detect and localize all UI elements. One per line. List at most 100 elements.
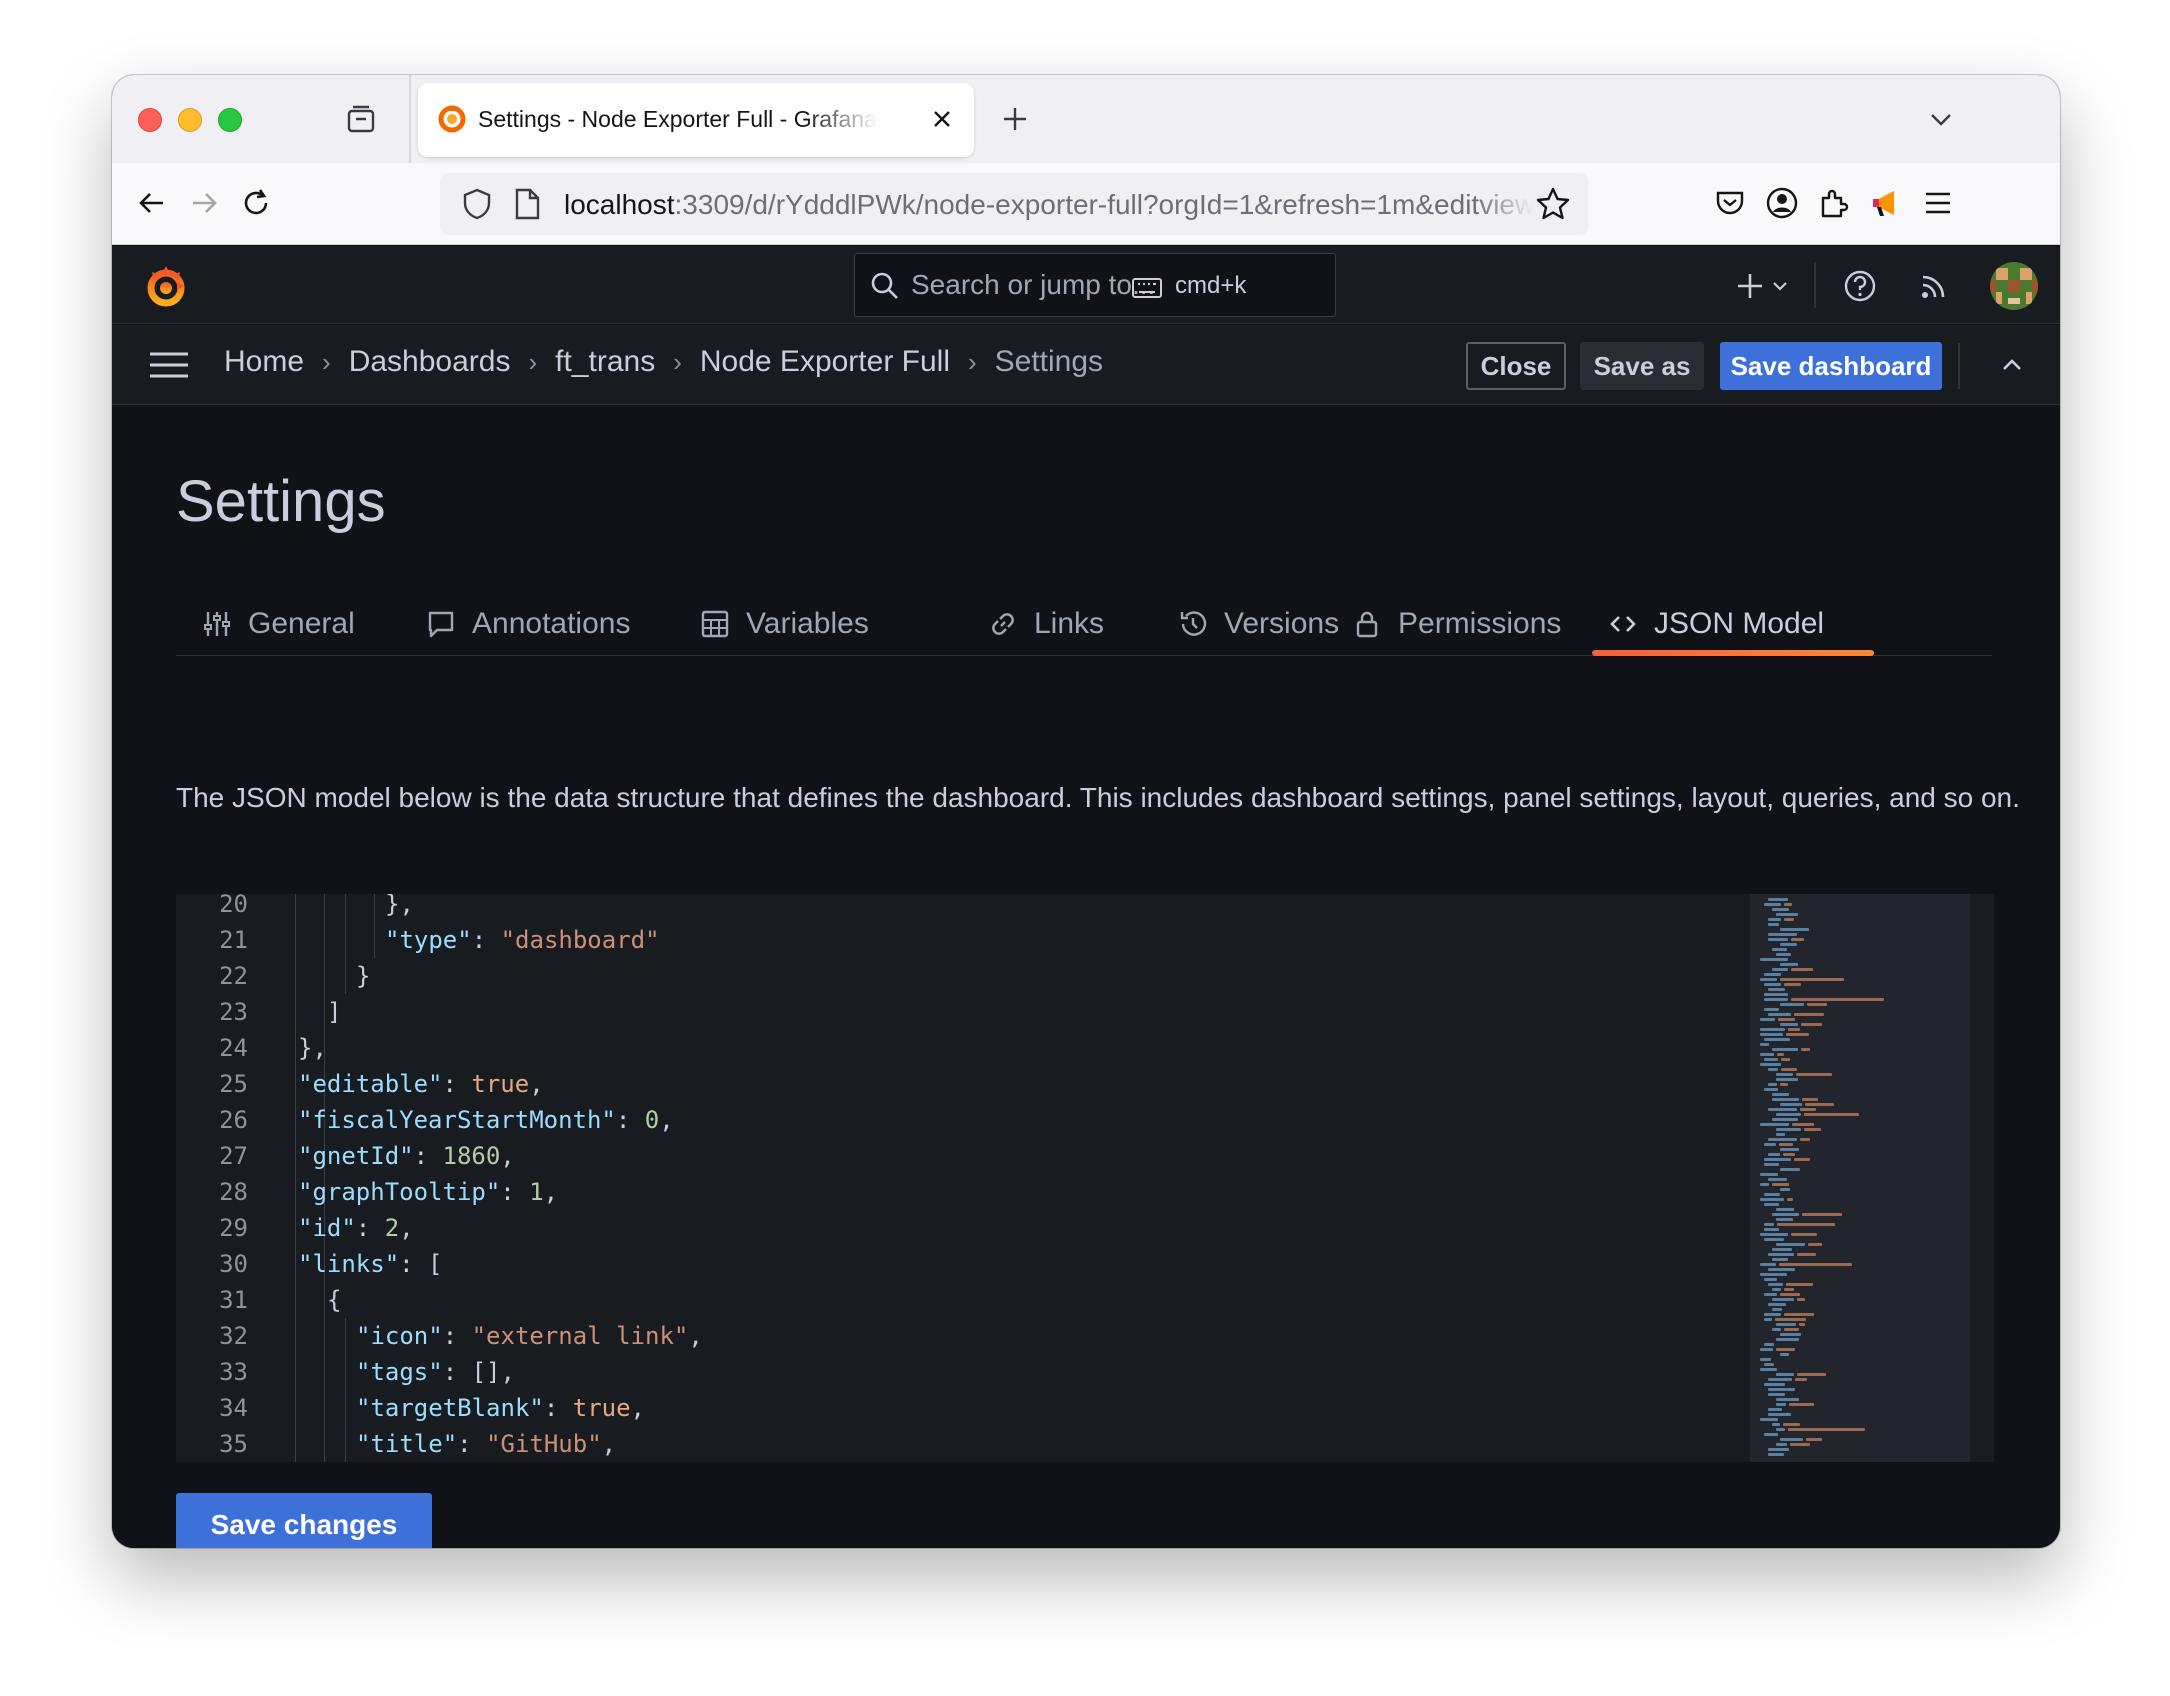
tab-versions[interactable]: Versions [1176, 594, 1339, 654]
code-line[interactable]: 26 "fiscalYearStartMonth": 0, [176, 1102, 1750, 1138]
forward-arrow-icon[interactable] [184, 183, 224, 223]
minimap-line [1760, 1263, 1776, 1266]
search-input[interactable]: Search or jump to... cmd+k [854, 253, 1336, 317]
minimap-line [1768, 1013, 1791, 1016]
code-text: "title": "GitHub", [356, 1430, 617, 1458]
minimap-line [1764, 1038, 1790, 1041]
minimap-line [1784, 1328, 1799, 1331]
minimap-line [1784, 983, 1801, 986]
tab-variables[interactable]: Variables [698, 594, 869, 654]
minimap-line [1764, 1238, 1784, 1241]
save-dashboard-button[interactable]: Save dashboard [1720, 342, 1942, 390]
back-arrow-icon[interactable] [132, 183, 172, 223]
minimap-line [1776, 1373, 1794, 1376]
minimap-line [1777, 1223, 1835, 1226]
minimap-line [1760, 1418, 1778, 1421]
code-line[interactable]: 35 "title": "GitHub", [176, 1426, 1750, 1462]
minimap-line [1776, 953, 1791, 956]
minimap-line [1795, 1378, 1807, 1381]
code-lines[interactable]: 20}, 21 "type": "dashboard" 22} 23] 24}, 25 "ed… [176, 894, 1750, 1462]
code-line[interactable]: 21 "type": "dashboard" [176, 922, 1750, 958]
help-icon[interactable] [1840, 266, 1880, 306]
code-line[interactable]: 28 "graphTooltip": 1, [176, 1174, 1750, 1210]
tab-overview-icon[interactable] [344, 103, 378, 137]
plus-icon[interactable] [1732, 268, 1768, 304]
code-line[interactable]: 25 "editable": true, [176, 1066, 1750, 1102]
code-line[interactable]: 27 "gnetId": 1860, [176, 1138, 1750, 1174]
page-icon[interactable] [512, 187, 542, 226]
browser-tab[interactable]: Settings - Node Exporter Full - Grafana [418, 83, 974, 157]
megaphone-icon[interactable] [1866, 183, 1906, 223]
minimap-line [1768, 1408, 1782, 1411]
new-tab-icon[interactable] [998, 102, 1032, 136]
tab-json-model[interactable]: JSON Model [1606, 594, 1824, 654]
account-icon[interactable] [1762, 183, 1802, 223]
minimap-line [1802, 1213, 1842, 1216]
minimap-line [1776, 1428, 1785, 1431]
minimap-line [1772, 968, 1788, 971]
url-text[interactable]: localhost:3309/d/rYdddlPWk/node-exporter… [564, 189, 1534, 221]
chevron-up-icon[interactable] [1994, 347, 2030, 383]
bookmark-star-icon[interactable] [1534, 185, 1572, 228]
json-code-editor[interactable]: 20}, 21 "type": "dashboard" 22} 23] 24}, 25 "ed… [176, 894, 1994, 1462]
code-line[interactable]: 34 "targetBlank": true, [176, 1390, 1750, 1426]
code-line[interactable]: 20}, [176, 894, 1750, 922]
minimap-line [1764, 1163, 1779, 1166]
code-icon [1606, 607, 1640, 641]
tab-general[interactable]: General [200, 594, 355, 654]
code-line[interactable]: 24}, [176, 1030, 1750, 1066]
breadcrumb-current: Settings [994, 345, 1104, 378]
tab-label: Links [1034, 607, 1105, 640]
menu-icon[interactable] [1918, 183, 1958, 223]
search-icon [869, 270, 901, 309]
minimize-window-button[interactable] [178, 108, 202, 132]
code-line[interactable]: 23] [176, 994, 1750, 1030]
settings-tabs: General Annotations Variables Links Vers… [176, 594, 1992, 656]
minimap-line [1772, 1213, 1799, 1216]
minimap-line [1768, 1283, 1783, 1286]
close-button[interactable]: Close [1466, 342, 1566, 390]
chevron-down-icon[interactable] [1768, 274, 1792, 298]
breadcrumb-folder[interactable]: ft_trans [555, 345, 655, 379]
chevron-right-icon: › [322, 346, 331, 377]
avatar[interactable] [1990, 262, 2038, 310]
save-as-button[interactable]: Save as [1580, 342, 1704, 390]
code-line[interactable]: 31 { [176, 1282, 1750, 1318]
minimap-line [1776, 1208, 1794, 1211]
code-line[interactable]: 33 "tags": [], [176, 1354, 1750, 1390]
breadcrumb-dashboards[interactable]: Dashboards [349, 345, 511, 379]
close-window-button[interactable] [138, 108, 162, 132]
chevron-down-icon[interactable] [1924, 102, 1958, 136]
editor-scrollbar[interactable] [1970, 894, 1994, 1462]
minimap-line [1768, 1268, 1795, 1271]
breadcrumb-dashboard[interactable]: Node Exporter Full [700, 345, 950, 379]
zoom-window-button[interactable] [218, 108, 242, 132]
save-changes-button[interactable]: Save changes [176, 1493, 432, 1548]
code-minimap[interactable] [1750, 894, 1970, 1462]
minimap-line [1784, 1313, 1814, 1316]
pocket-icon[interactable] [1710, 183, 1750, 223]
extensions-icon[interactable] [1814, 183, 1854, 223]
minimap-line [1772, 948, 1787, 951]
grafana-favicon-icon [436, 103, 468, 135]
tab-links[interactable]: Links [986, 594, 1104, 654]
grafana-logo-icon[interactable] [142, 262, 190, 310]
close-tab-icon[interactable] [926, 103, 958, 135]
minimap-line [1797, 1373, 1826, 1376]
menu-icon[interactable] [148, 349, 190, 381]
reload-icon[interactable] [236, 183, 276, 223]
line-number: 26 [219, 1106, 248, 1134]
code-line[interactable]: 22} [176, 958, 1750, 994]
line-number: 23 [219, 998, 248, 1026]
code-line[interactable]: 29 "id": 2, [176, 1210, 1750, 1246]
url-bar[interactable]: localhost:3309/d/rYdddlPWk/node-exporter… [440, 173, 1588, 235]
code-line[interactable]: 32 "icon": "external link", [176, 1318, 1750, 1354]
tab-permissions[interactable]: Permissions [1350, 594, 1561, 654]
shield-icon[interactable] [460, 187, 494, 226]
rss-icon[interactable] [1914, 266, 1954, 306]
tab-annotations[interactable]: Annotations [424, 594, 630, 654]
code-line[interactable]: 30 "links": [ [176, 1246, 1750, 1282]
tab-label: Variables [746, 607, 869, 640]
minimap-line [1764, 998, 1788, 1001]
breadcrumb-home[interactable]: Home [224, 345, 304, 379]
